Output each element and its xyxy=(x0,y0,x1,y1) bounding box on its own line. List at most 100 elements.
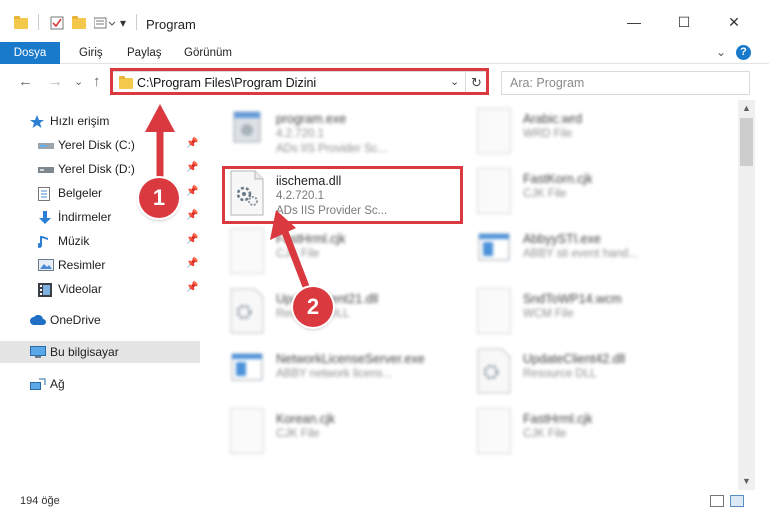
file-type: WCM File xyxy=(523,308,574,320)
sidebar-item-onedrive[interactable]: OneDrive xyxy=(30,309,230,331)
scroll-up-icon[interactable]: ▲ xyxy=(738,100,755,117)
status-bar: 194 öğe xyxy=(0,490,769,526)
sidebar-item-label: Hızlı erişim xyxy=(50,114,110,128)
up-button[interactable]: ↑ xyxy=(93,73,101,90)
file-name: NetworkLicenseServer.exe xyxy=(276,352,425,366)
maximize-button[interactable]: ☐ xyxy=(674,12,694,32)
file-version: 4.2.720.1 xyxy=(276,128,324,140)
file-item[interactable]: NetworkLicenseServer.exe ABBY network li… xyxy=(230,348,460,404)
details-view-icon[interactable] xyxy=(710,495,724,507)
tab-giris[interactable]: Giriş xyxy=(79,42,103,64)
sidebar-item-bu-bilgisayar[interactable]: Bu bilgisayar xyxy=(0,341,200,363)
vertical-scrollbar[interactable]: ▲ ▼ xyxy=(738,100,755,490)
exe-icon xyxy=(230,108,264,154)
file-description: Resource DLL xyxy=(523,368,597,380)
separator xyxy=(136,14,137,30)
file-icon xyxy=(230,228,264,274)
drive-icon xyxy=(38,163,54,175)
file-item[interactable]: Korean.cjk CJK File xyxy=(230,408,460,464)
star-icon xyxy=(30,115,44,128)
customize-icon[interactable] xyxy=(94,14,116,32)
file-item[interactable]: SndToWP14.wcm WCM File xyxy=(477,288,707,344)
large-icons-view-icon[interactable] xyxy=(730,495,744,507)
close-button[interactable]: ✕ xyxy=(724,12,744,32)
tab-paylas[interactable]: Paylaş xyxy=(127,42,162,64)
scroll-thumb[interactable] xyxy=(740,118,753,166)
dll-gear-icon xyxy=(477,348,511,394)
file-description: ABBY sti event hand... xyxy=(523,248,638,260)
file-name: UpdateClient42.dll xyxy=(523,352,626,366)
pin-icon[interactable]: 📌 xyxy=(186,162,198,173)
pin-icon[interactable]: 📌 xyxy=(186,258,198,269)
item-count: 194 öğe xyxy=(20,495,60,507)
file-name: Arabic.wrd xyxy=(523,112,583,126)
file-type: CJK File xyxy=(523,188,567,200)
back-button[interactable]: ← xyxy=(18,73,33,90)
window-title: Program xyxy=(146,17,196,32)
pin-icon[interactable]: 📌 xyxy=(186,234,198,245)
dll-gear-icon xyxy=(230,288,264,334)
sidebar-item-label: Yerel Disk (C:) xyxy=(58,138,135,152)
video-icon xyxy=(38,283,52,297)
file-item[interactable]: Arabic.wrd WRD File xyxy=(477,108,707,164)
file-item[interactable]: UpdateClient21.dll Resource DLL xyxy=(230,288,460,344)
file-item[interactable]: FastHrml.cjk CJK File xyxy=(477,408,707,464)
file-item[interactable]: program.exe 4.2.720.1 ADs IIS Provider S… xyxy=(230,108,460,164)
file-icon xyxy=(477,168,511,214)
file-highlight xyxy=(222,166,463,224)
search-input[interactable]: Ara: Program xyxy=(501,71,750,95)
navigation-pane: Hızlı erişim Yerel Disk (C:) 📌 Yerel Dis… xyxy=(0,100,205,490)
minimize-button[interactable]: — xyxy=(624,12,644,32)
file-icon xyxy=(230,408,264,454)
scroll-down-icon[interactable]: ▼ xyxy=(738,473,755,490)
separator xyxy=(38,14,39,30)
properties-icon[interactable] xyxy=(50,14,64,32)
qa-dropdown-icon[interactable]: ▾ xyxy=(120,14,126,32)
tab-dosya[interactable]: Dosya xyxy=(0,42,60,64)
tab-gorunum[interactable]: Görünüm xyxy=(184,42,232,64)
file-type: WRD File xyxy=(523,128,573,140)
sidebar-item-label: Müzik xyxy=(58,234,90,248)
sidebar-item-label: Resimler xyxy=(58,258,106,272)
file-name: FastHrml.cjk xyxy=(523,412,593,426)
document-icon xyxy=(38,187,52,201)
pin-icon[interactable]: 📌 xyxy=(186,138,198,149)
pin-icon[interactable]: 📌 xyxy=(186,210,198,221)
ribbon-expand-icon[interactable]: ⌄ xyxy=(716,45,726,59)
forward-button[interactable]: → xyxy=(48,73,63,90)
search-placeholder: Ara: Program xyxy=(510,76,585,90)
title-bar: ▾ Program — ☐ ✕ xyxy=(0,0,769,42)
sidebar-item-ag[interactable]: Ağ xyxy=(30,373,230,395)
sidebar-item-label: Videolar xyxy=(58,282,102,296)
pin-icon[interactable]: 📌 xyxy=(186,282,198,293)
file-name: FastKorn.cjk xyxy=(523,172,593,186)
file-name: AbbyySTI.exe xyxy=(523,232,601,246)
file-type: CJK File xyxy=(276,248,320,260)
file-item[interactable]: FastHrml.cjk CJK File xyxy=(230,228,460,284)
new-folder-icon[interactable] xyxy=(72,14,86,32)
folder-icon xyxy=(14,14,28,32)
picture-icon xyxy=(38,259,54,271)
file-item[interactable]: FastKorn.cjk CJK File xyxy=(477,168,707,224)
file-item[interactable]: AbbyySTI.exe ABBY sti event hand... xyxy=(477,228,707,284)
recent-dropdown-icon[interactable]: ⌄ xyxy=(74,75,83,88)
sidebar-item-label: İndirmeler xyxy=(58,210,112,224)
sidebar-item-quick-access[interactable]: Hızlı erişim xyxy=(30,110,230,132)
file-type: CJK File xyxy=(523,428,567,440)
sidebar-item-label: Bu bilgisayar xyxy=(50,345,119,359)
address-highlight xyxy=(110,68,489,95)
file-item[interactable]: UpdateClient42.dll Resource DLL xyxy=(477,348,707,404)
sidebar-item-label: Yerel Disk (D:) xyxy=(58,162,135,176)
download-icon xyxy=(38,211,52,224)
callout-badge-1: 1 xyxy=(139,178,179,218)
network-icon xyxy=(30,378,46,390)
help-icon[interactable]: ? xyxy=(736,45,751,60)
callout-badge-2: 2 xyxy=(293,287,333,327)
pin-icon[interactable]: 📌 xyxy=(186,186,198,197)
computer-icon xyxy=(30,346,46,358)
file-name: Korean.cjk xyxy=(276,412,336,426)
file-name: FastHrml.cjk xyxy=(276,232,346,246)
file-list: program.exe 4.2.720.1 ADs IIS Provider S… xyxy=(205,100,738,490)
file-description: ABBY network licens... xyxy=(276,368,393,380)
drive-icon xyxy=(38,139,54,151)
